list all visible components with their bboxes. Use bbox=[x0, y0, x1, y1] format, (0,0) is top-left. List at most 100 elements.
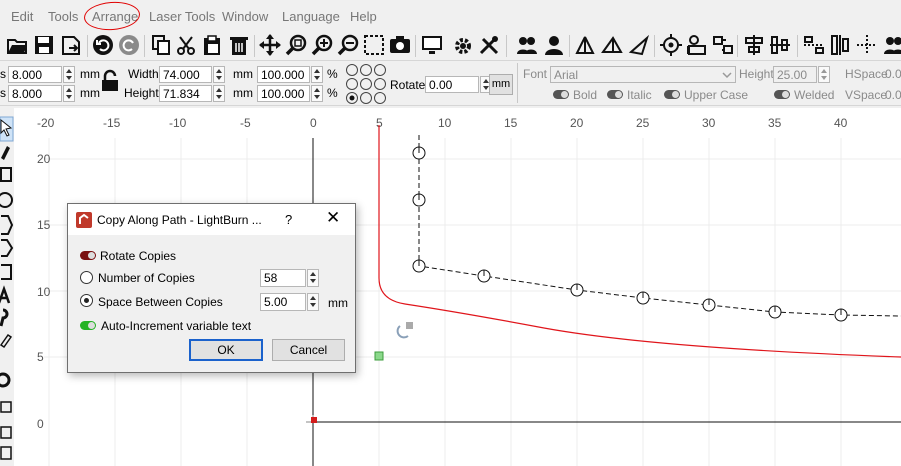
x-unit-label: mm bbox=[80, 67, 100, 81]
space-between-field[interactable]: 5.00 bbox=[260, 293, 306, 311]
settings-gear-icon[interactable] bbox=[452, 34, 474, 56]
line-tool-icon[interactable] bbox=[1, 264, 12, 280]
ruler-tick: 20 bbox=[37, 152, 51, 166]
align-right-icon[interactable] bbox=[712, 34, 734, 56]
distribute-icon[interactable] bbox=[803, 34, 825, 56]
height-spinner[interactable] bbox=[213, 85, 225, 102]
rotate-field[interactable]: 0.00 bbox=[425, 76, 479, 93]
x-position-spinner[interactable] bbox=[63, 66, 75, 83]
more-icon[interactable] bbox=[856, 34, 878, 56]
close-icon[interactable]: ✕ bbox=[326, 209, 340, 226]
number-of-copies-field[interactable]: 58 bbox=[260, 269, 306, 287]
center-target-icon[interactable] bbox=[660, 34, 682, 56]
edit-nodes-icon[interactable] bbox=[1, 146, 10, 160]
rectangle-tool-icon[interactable] bbox=[0, 167, 12, 182]
bold-toggle[interactable] bbox=[553, 90, 569, 99]
ruler-tick: 40 bbox=[834, 116, 848, 130]
menu-help[interactable]: Help bbox=[350, 9, 377, 24]
height-scale-field[interactable]: 100.000 bbox=[257, 85, 310, 102]
space-between-radio[interactable] bbox=[80, 294, 93, 307]
rotate-handle-icon[interactable] bbox=[396, 322, 413, 339]
ruler-tick: -5 bbox=[240, 116, 251, 130]
tools-wrench-icon[interactable] bbox=[478, 34, 500, 56]
upper-case-toggle[interactable] bbox=[664, 90, 680, 99]
polygon-tool-icon[interactable] bbox=[1, 215, 14, 235]
cut-icon[interactable] bbox=[175, 34, 197, 56]
number-of-copies-radio[interactable] bbox=[80, 271, 93, 284]
selection-handle[interactable] bbox=[374, 351, 384, 361]
height-label: Height bbox=[124, 86, 159, 100]
red-curve-path[interactable] bbox=[378, 125, 901, 358]
rotate-copies-toggle[interactable] bbox=[80, 251, 96, 260]
zoom-out-icon[interactable] bbox=[337, 34, 359, 56]
hspace-value[interactable]: 0.0 bbox=[885, 67, 901, 81]
menu-laser-tools[interactable]: Laser Tools bbox=[149, 9, 215, 24]
group-icon-2[interactable] bbox=[883, 34, 901, 56]
offset-tool-icon[interactable] bbox=[0, 372, 11, 388]
array-tool-icon[interactable] bbox=[0, 401, 12, 413]
y-position-field[interactable]: 8.000 bbox=[8, 85, 62, 102]
space-between-spinner[interactable] bbox=[307, 293, 319, 311]
flip-horizontal-icon[interactable] bbox=[574, 34, 596, 56]
text-tool-icon[interactable] bbox=[0, 285, 11, 304]
mirror-icon[interactable] bbox=[628, 34, 650, 56]
hexagon-tool-icon[interactable] bbox=[1, 239, 14, 257]
camera-icon[interactable] bbox=[389, 34, 411, 56]
width-spinner[interactable] bbox=[213, 66, 225, 83]
ok-button[interactable]: OK bbox=[189, 339, 263, 361]
anchor-point-selector[interactable] bbox=[345, 63, 387, 105]
zoom-in-icon[interactable] bbox=[311, 34, 333, 56]
paste-icon[interactable] bbox=[201, 34, 223, 56]
menu-tools[interactable]: Tools bbox=[48, 9, 78, 24]
vspace-value[interactable]: 0.0 bbox=[885, 88, 901, 102]
menu-edit[interactable]: Edit bbox=[11, 9, 33, 24]
height-field[interactable]: 71.834 bbox=[159, 85, 212, 102]
upper-case-label: Upper Case bbox=[684, 88, 749, 102]
x-position-field[interactable]: 8.000 bbox=[8, 66, 62, 83]
align-top-icon[interactable] bbox=[743, 34, 765, 56]
grid-array-icon[interactable] bbox=[0, 426, 12, 439]
font-height-field[interactable]: 25.00 bbox=[773, 66, 817, 83]
welded-toggle[interactable] bbox=[774, 90, 790, 99]
y-position-spinner[interactable] bbox=[63, 85, 75, 102]
ellipse-tool-icon[interactable] bbox=[0, 192, 13, 208]
align-left-icon[interactable] bbox=[686, 34, 708, 56]
move-icon[interactable] bbox=[259, 34, 281, 56]
font-height-spinner[interactable] bbox=[818, 66, 830, 83]
bold-label: Bold bbox=[573, 88, 598, 102]
number-of-copies-spinner[interactable] bbox=[307, 269, 319, 287]
help-button[interactable]: ? bbox=[285, 212, 292, 227]
width-scale-spinner[interactable] bbox=[311, 66, 323, 83]
position-laser-icon[interactable] bbox=[0, 308, 9, 327]
chevron-down-icon bbox=[722, 72, 732, 79]
redo-icon[interactable] bbox=[118, 34, 140, 56]
delete-icon[interactable] bbox=[228, 34, 250, 56]
frame-select-icon[interactable] bbox=[363, 34, 385, 56]
ungroup-icon[interactable] bbox=[543, 34, 565, 56]
copy-icon[interactable] bbox=[150, 34, 172, 56]
cancel-button[interactable]: Cancel bbox=[272, 339, 345, 361]
flip-vertical-icon[interactable] bbox=[601, 34, 623, 56]
zoom-fit-icon[interactable] bbox=[285, 34, 307, 56]
italic-toggle[interactable] bbox=[607, 90, 623, 99]
auto-increment-toggle[interactable] bbox=[80, 321, 96, 330]
lock-icon[interactable] bbox=[100, 69, 120, 93]
undo-icon[interactable] bbox=[92, 34, 114, 56]
units-button[interactable]: mm bbox=[489, 74, 513, 95]
save-icon[interactable] bbox=[33, 34, 55, 56]
font-select[interactable]: Arial bbox=[550, 66, 736, 83]
width-field[interactable]: 74.000 bbox=[159, 66, 212, 83]
width-scale-field[interactable]: 100.000 bbox=[257, 66, 310, 83]
menu-language[interactable]: Language bbox=[282, 9, 340, 24]
monitor-icon[interactable] bbox=[421, 34, 443, 56]
group-icon[interactable] bbox=[516, 34, 538, 56]
circular-array-icon[interactable] bbox=[0, 446, 12, 460]
align-bottom-icon[interactable] bbox=[769, 34, 791, 56]
export-icon[interactable] bbox=[60, 34, 82, 56]
menu-window[interactable]: Window bbox=[222, 9, 268, 24]
distribute-vertical-icon[interactable] bbox=[829, 34, 851, 56]
open-folder-icon[interactable] bbox=[6, 34, 28, 56]
height-scale-spinner[interactable] bbox=[311, 85, 323, 102]
measure-tool-icon[interactable] bbox=[0, 333, 13, 349]
red-circle-annotation bbox=[83, 0, 141, 32]
